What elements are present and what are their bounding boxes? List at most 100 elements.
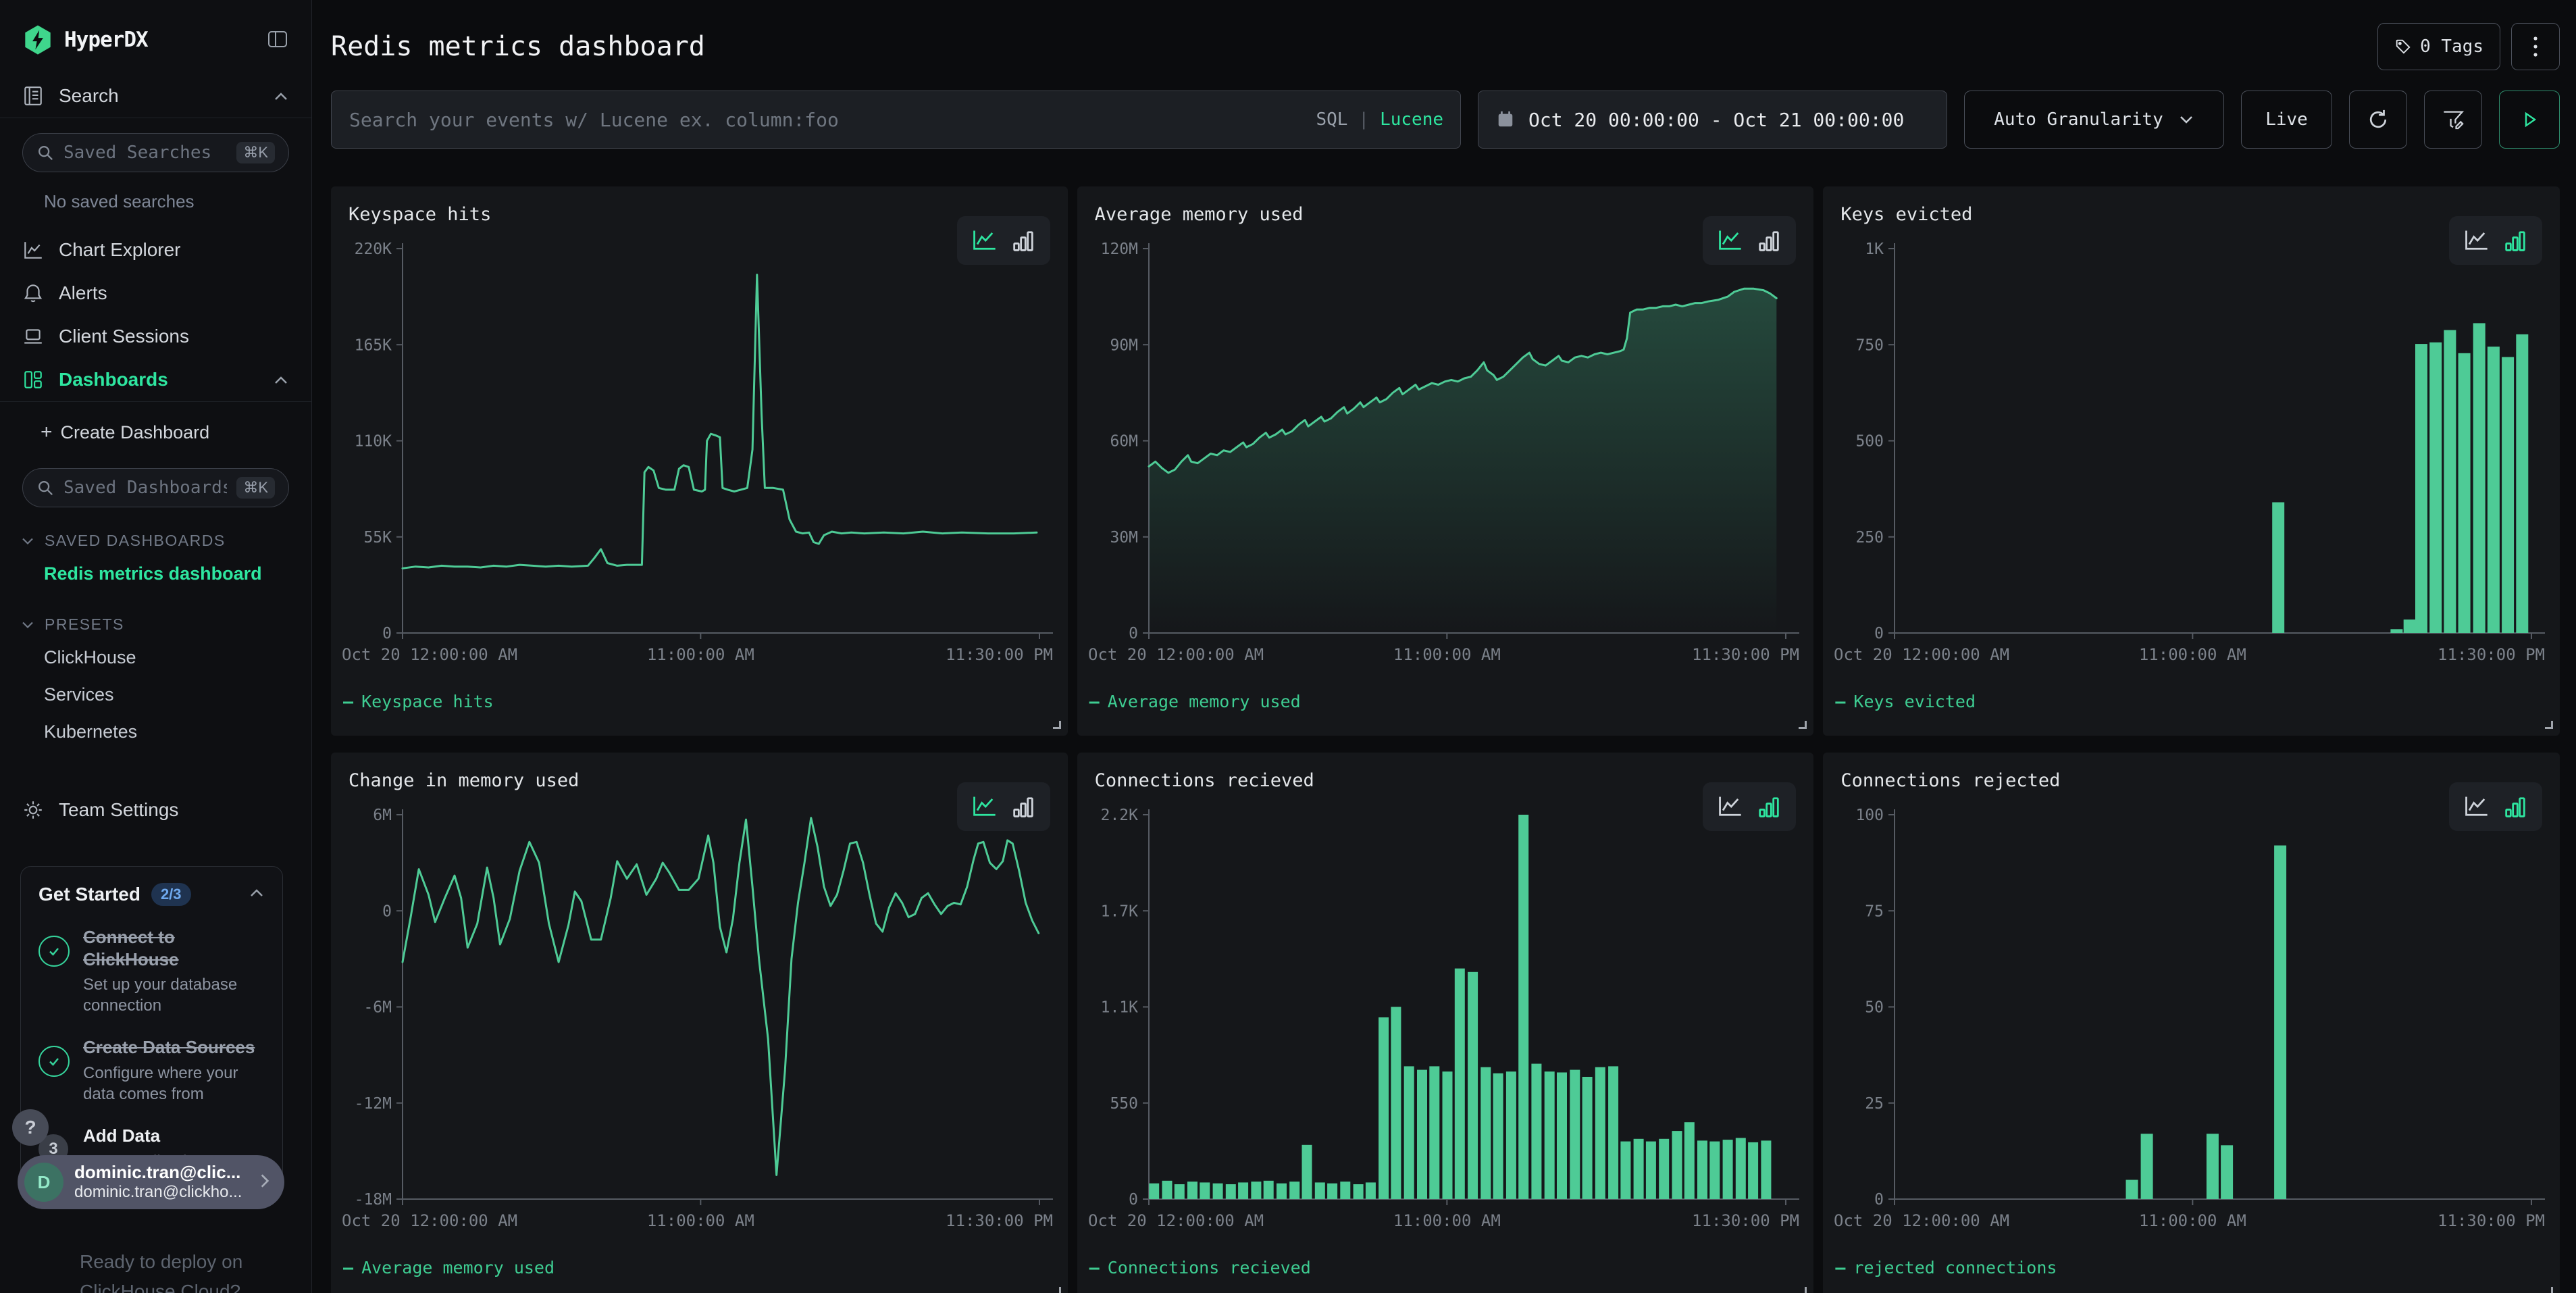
chart-title: Change in memory used — [349, 770, 579, 791]
svg-text:60M: 60M — [1110, 433, 1138, 451]
user-account-button[interactable]: D dominic.tran@clic... dominic.tran@clic… — [18, 1155, 284, 1209]
saved-dashboards-field[interactable] — [63, 478, 227, 498]
svg-text:11:30:00 PM: 11:30:00 PM — [946, 645, 1053, 664]
granularity-dropdown[interactable]: Auto Granularity — [1964, 91, 2224, 149]
sql-mode-toggle[interactable]: SQL — [1316, 109, 1347, 130]
chart-title: Connections recieved — [1095, 770, 1314, 791]
lucene-mode-toggle[interactable]: Lucene — [1380, 109, 1443, 130]
saved-searches-input[interactable]: ⌘K — [22, 133, 289, 172]
line-chart-icon — [22, 239, 44, 261]
plus-icon: + — [41, 421, 53, 444]
sidebar-collapse-icon[interactable] — [266, 29, 289, 51]
chart-panel-keyspace-hits: Keyspace hits 220K165K110K55K0Oct 20 12:… — [331, 186, 1068, 736]
page-title: Redis metrics dashboard — [331, 31, 705, 62]
bell-icon — [22, 282, 44, 304]
sidebar-item-clickhouse[interactable]: ClickHouse — [0, 639, 311, 676]
refresh-button[interactable] — [2349, 91, 2407, 149]
chart-panel-connections-rejected: Connections rejected 1007550250Oct 20 12… — [1823, 753, 2560, 1293]
svg-text:750: 750 — [1856, 336, 1884, 354]
svg-text:11:00:00 AM: 11:00:00 AM — [647, 645, 754, 664]
resize-handle[interactable] — [2545, 1287, 2553, 1293]
svg-text:0: 0 — [1129, 1191, 1138, 1209]
laptop-icon — [22, 326, 44, 347]
svg-text:0: 0 — [1129, 625, 1138, 642]
chart-panel-connections-received: Connections recieved 2.2K1.7K1.1K5500Oct… — [1077, 753, 1814, 1293]
chart-plot: 120M90M60M30M0Oct 20 12:00:00 AM11:00:00… — [1087, 239, 1805, 668]
svg-text:500: 500 — [1856, 433, 1884, 451]
gear-icon — [22, 799, 44, 821]
svg-text:50: 50 — [1865, 999, 1884, 1017]
svg-text:Oct 20 12:00:00 AM: Oct 20 12:00:00 AM — [1834, 1211, 2009, 1230]
sidebar-item-redis-dashboard[interactable]: Redis metrics dashboard — [0, 555, 311, 592]
date-range-value: Oct 20 00:00:00 - Oct 21 00:00:00 — [1528, 109, 1904, 131]
sidebar-item-search[interactable]: Search — [0, 74, 311, 118]
sidebar-item-client-sessions[interactable]: Client Sessions — [0, 315, 311, 358]
resize-handle[interactable] — [1053, 1287, 1061, 1293]
saved-dashboards-header[interactable]: SAVED DASHBOARDS — [0, 518, 311, 555]
more-options-button[interactable] — [2511, 23, 2560, 70]
resize-handle[interactable] — [1053, 721, 1061, 729]
sidebar-item-label: Search — [59, 85, 119, 107]
create-dashboard-button[interactable]: + Create Dashboard — [0, 411, 311, 453]
hyperdx-logo-icon — [22, 24, 53, 55]
journal-icon — [22, 85, 44, 107]
sidebar-item-label: Client Sessions — [59, 326, 189, 347]
chevron-up-icon[interactable] — [273, 85, 289, 107]
chart-legend: —Connections recieved — [1089, 1258, 1311, 1277]
resize-handle[interactable] — [2545, 721, 2553, 729]
saved-searches-field[interactable] — [63, 143, 227, 163]
svg-text:Oct 20 12:00:00 AM: Oct 20 12:00:00 AM — [1088, 645, 1264, 664]
get-started-item-sources[interactable]: Create Data Sources Configure where your… — [38, 1036, 265, 1105]
dashboards-icon — [22, 369, 44, 390]
svg-text:11:30:00 PM: 11:30:00 PM — [2438, 1211, 2545, 1230]
chevron-up-icon[interactable] — [273, 369, 289, 390]
tag-icon — [2394, 38, 2412, 55]
sidebar-item-alerts[interactable]: Alerts — [0, 272, 311, 315]
svg-text:11:30:00 PM: 11:30:00 PM — [1692, 1211, 1799, 1230]
no-saved-searches-text: No saved searches — [0, 172, 311, 216]
svg-text:-6M: -6M — [363, 999, 392, 1017]
event-search-input[interactable] — [331, 91, 1461, 149]
date-range-picker[interactable]: Oct 20 00:00:00 - Oct 21 00:00:00 — [1478, 91, 1947, 149]
svg-text:550: 550 — [1110, 1095, 1138, 1113]
chart-plot: 1K7505002500Oct 20 12:00:00 AM11:00:00 A… — [1832, 239, 2550, 668]
filter-button[interactable] — [2424, 91, 2482, 149]
kebab-menu-icon — [2533, 35, 2538, 58]
sidebar-item-dashboards[interactable]: Dashboards — [0, 358, 311, 401]
svg-text:11:30:00 PM: 11:30:00 PM — [946, 1211, 1053, 1230]
event-search: SQL | Lucene — [331, 91, 1461, 149]
tags-button[interactable]: 0 Tags — [2377, 23, 2500, 70]
resize-handle[interactable] — [1799, 1287, 1807, 1293]
resize-handle[interactable] — [1799, 721, 1807, 729]
sidebar-item-label: Chart Explorer — [59, 239, 181, 261]
svg-text:100: 100 — [1856, 807, 1884, 824]
svg-text:Oct 20 12:00:00 AM: Oct 20 12:00:00 AM — [1088, 1211, 1264, 1230]
svg-text:Oct 20 12:00:00 AM: Oct 20 12:00:00 AM — [342, 645, 517, 664]
get-started-item-connect[interactable]: Connect to ClickHouse Set up your databa… — [38, 926, 265, 1016]
chart-panel-memory-change: Change in memory used 6M0-6M-12M-18MOct … — [331, 753, 1068, 1293]
svg-text:1.1K: 1.1K — [1100, 999, 1138, 1017]
presets-header[interactable]: PRESETS — [0, 602, 311, 639]
sidebar-item-chart-explorer[interactable]: Chart Explorer — [0, 228, 311, 272]
check-circle-icon — [38, 1046, 70, 1077]
svg-text:90M: 90M — [1110, 336, 1138, 354]
chevron-down-icon — [20, 615, 35, 634]
sidebar-item-services[interactable]: Services — [0, 676, 311, 713]
chevron-up-icon[interactable] — [249, 888, 265, 902]
refresh-icon — [2367, 108, 2390, 131]
user-email: dominic.tran@clickho... — [74, 1183, 242, 1202]
svg-text:220K: 220K — [355, 240, 392, 258]
sidebar-item-label: Alerts — [59, 282, 107, 304]
svg-text:0: 0 — [382, 903, 392, 920]
svg-text:11:00:00 AM: 11:00:00 AM — [2139, 645, 2246, 664]
sidebar-item-kubernetes[interactable]: Kubernetes — [0, 713, 311, 751]
live-button[interactable]: Live — [2241, 91, 2332, 149]
chart-legend: —Average memory used — [343, 1258, 555, 1277]
sidebar-item-team-settings[interactable]: Team Settings — [0, 788, 311, 832]
svg-text:1.7K: 1.7K — [1100, 903, 1138, 920]
help-button[interactable]: ? — [12, 1109, 49, 1146]
saved-dashboards-input[interactable]: ⌘K — [22, 468, 289, 507]
chart-title: Keyspace hits — [349, 204, 491, 225]
get-started-title: Get Started — [38, 884, 140, 905]
run-query-button[interactable] — [2499, 91, 2560, 149]
